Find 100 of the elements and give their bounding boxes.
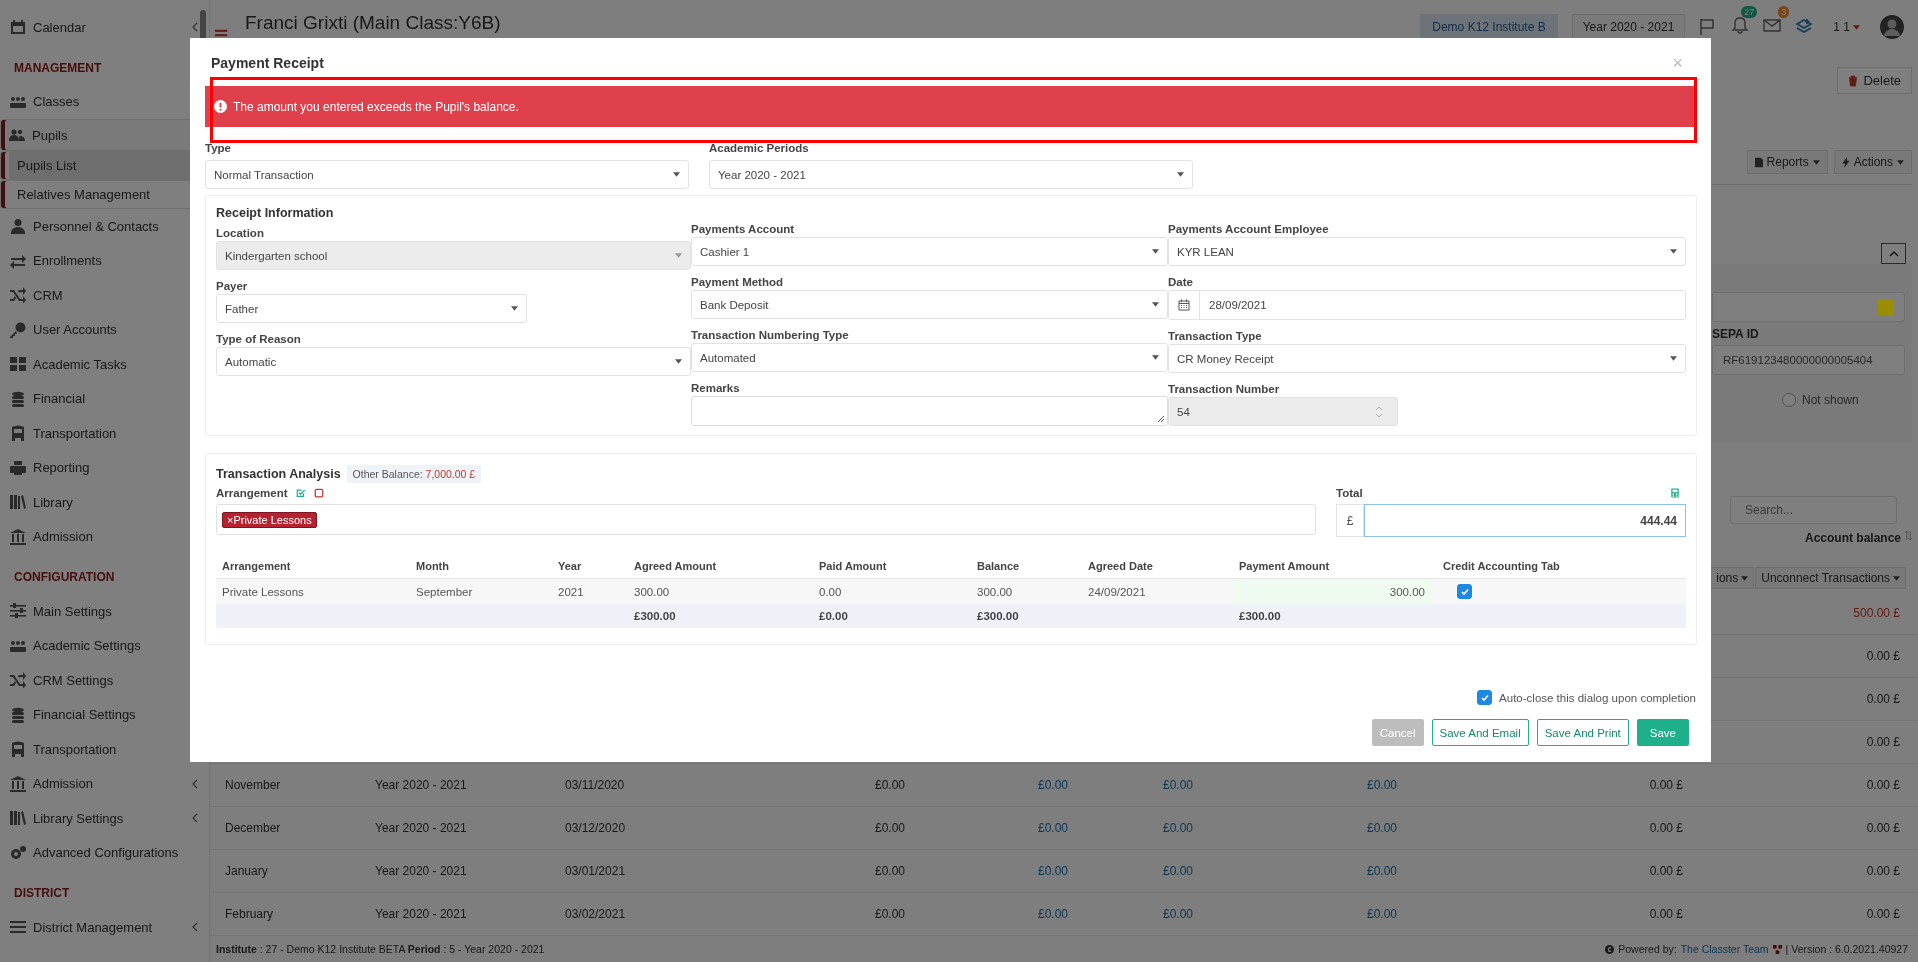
select-field[interactable]: Normal Transaction bbox=[205, 160, 689, 189]
sidebar-item[interactable]: Classes bbox=[0, 84, 200, 119]
year-dropdown[interactable]: Year 2020 - 2021 bbox=[1571, 14, 1686, 40]
coins-icon bbox=[10, 706, 26, 723]
arrangement-tag[interactable]: ×Private Lessons bbox=[222, 511, 317, 528]
table-cell-text: 0.00 £ bbox=[1865, 907, 1900, 921]
grid-icon bbox=[10, 356, 26, 373]
sidebar-item[interactable]: Library Settings bbox=[0, 801, 200, 836]
table-cell[interactable]: £0.00 bbox=[1193, 821, 1397, 835]
sidebar-item[interactable]: Reporting bbox=[0, 450, 200, 485]
sidebar-item[interactable]: Admission bbox=[0, 766, 200, 801]
checkbox[interactable] bbox=[1457, 584, 1472, 599]
radio-button[interactable] bbox=[1782, 393, 1796, 407]
resize-grip-icon[interactable] bbox=[1157, 415, 1165, 423]
section-heading: DISTRICT bbox=[13, 885, 71, 902]
table-cell[interactable]: £0.00 bbox=[1068, 864, 1193, 878]
logo-icon bbox=[1772, 944, 1782, 954]
collapse-button[interactable] bbox=[1881, 243, 1906, 264]
column-header: Balance bbox=[976, 559, 1021, 572]
sidebar-item[interactable]: District Management bbox=[0, 910, 200, 945]
select-field[interactable]: Year 2020 - 2021 bbox=[709, 160, 1193, 189]
search-field[interactable]: Search... bbox=[1730, 496, 1897, 524]
calculator-icon[interactable] bbox=[1670, 487, 1680, 498]
unconnect-transactions-button[interactable]: Unconnect Transactions bbox=[1755, 567, 1906, 589]
reports-button[interactable]: Reports bbox=[1746, 150, 1828, 174]
envelope-icon[interactable] bbox=[1763, 16, 1782, 34]
sidebar-item[interactable]: Financial Settings bbox=[0, 697, 200, 732]
select-field[interactable]: Automatic bbox=[216, 347, 691, 376]
sidebar-subitem[interactable]: Pupils List bbox=[9, 150, 191, 181]
sidebar-item[interactable]: Admission bbox=[0, 519, 200, 554]
document-icon bbox=[1754, 156, 1763, 168]
caret-icon bbox=[1152, 355, 1159, 360]
sidebar-item[interactable]: Calendar bbox=[0, 10, 200, 45]
payment-amount-field[interactable]: 300.00 bbox=[1233, 579, 1433, 604]
table-cell-text: Year 2020 - 2021 bbox=[375, 821, 468, 835]
sidebar-item[interactable]: Academic Tasks bbox=[0, 347, 200, 382]
sidebar-item[interactable]: CRM bbox=[0, 278, 200, 313]
select-field[interactable]: Bank Deposit bbox=[691, 290, 1168, 319]
sidebar-item[interactable]: Academic Settings bbox=[0, 628, 200, 663]
remarks-field[interactable] bbox=[691, 396, 1168, 426]
date-field[interactable]: 28/09/2021 bbox=[1168, 290, 1686, 320]
arrangement-field[interactable]: ×Private Lessons bbox=[216, 504, 1316, 535]
sepa-id-field[interactable]: RF619123480000000005404 bbox=[1712, 345, 1905, 375]
column-header: Paid Amount bbox=[818, 559, 888, 572]
color-field[interactable] bbox=[1712, 292, 1905, 322]
column-header[interactable]: Account balance bbox=[1804, 531, 1901, 545]
table-cell[interactable]: £0.00 bbox=[1068, 821, 1193, 835]
table-cell-text: 0.00 £ bbox=[1648, 864, 1683, 878]
table-cell[interactable]: £0.00 bbox=[905, 907, 1068, 921]
sidebar-item[interactable]: CRM Settings bbox=[0, 663, 200, 698]
dialog-button[interactable]: Save And Print bbox=[1536, 719, 1629, 746]
layers-icon[interactable] bbox=[1795, 18, 1814, 36]
select-field[interactable]: CR Money Receipt bbox=[1168, 344, 1686, 373]
select-field[interactable]: Automated bbox=[691, 343, 1168, 372]
square-icon[interactable] bbox=[313, 487, 324, 498]
avatar[interactable] bbox=[1880, 15, 1904, 39]
sidebar-item[interactable]: Library bbox=[0, 485, 200, 520]
sidebar-item[interactable]: Transportation bbox=[0, 416, 200, 451]
arrows-icon bbox=[10, 252, 26, 269]
sidebar-item[interactable]: Transportation bbox=[0, 732, 200, 767]
table-cell-text: Year 2020 - 2021 bbox=[375, 864, 468, 878]
select-field[interactable]: KYR LEAN bbox=[1168, 237, 1686, 266]
table-cell[interactable]: £0.00 bbox=[1193, 864, 1397, 878]
team-link[interactable]: The Classter Team bbox=[1680, 943, 1769, 955]
table-cell-text: 0.00 £ bbox=[1865, 735, 1900, 749]
sidebar-item[interactable]: Advanced Configurations bbox=[0, 835, 200, 870]
table-cell[interactable]: £0.00 bbox=[905, 864, 1068, 878]
sidebar-item[interactable]: Financial bbox=[0, 381, 200, 416]
actions-button[interactable]: Actions bbox=[1833, 150, 1912, 174]
table-cell[interactable]: £0.00 bbox=[1068, 907, 1193, 921]
institute-button[interactable]: Demo K12 Institute B bbox=[1420, 14, 1558, 40]
check-square-icon[interactable] bbox=[295, 487, 306, 498]
caret-icon bbox=[1670, 356, 1677, 361]
books-icon bbox=[10, 494, 26, 511]
table-cell[interactable]: £0.00 bbox=[1193, 778, 1397, 792]
table-cell[interactable]: £0.00 bbox=[905, 778, 1068, 792]
table-cell[interactable]: £0.00 bbox=[905, 821, 1068, 835]
sidebar-item[interactable]: Main Settings bbox=[0, 594, 200, 629]
sort-icon[interactable] bbox=[1905, 531, 1912, 540]
select-field[interactable]: Father bbox=[216, 294, 527, 323]
total-field[interactable]: 444.44 bbox=[1364, 504, 1686, 537]
delete-button[interactable]: Delete bbox=[1837, 67, 1912, 94]
column-header: Agreed Amount bbox=[633, 559, 718, 572]
dropdown-button[interactable]: ions bbox=[1710, 567, 1755, 589]
table-cell[interactable]: £0.00 bbox=[1193, 907, 1397, 921]
field-label: Date bbox=[1168, 275, 1194, 289]
table-cell-text: 300.00 bbox=[633, 585, 671, 598]
bell-icon[interactable] bbox=[1731, 16, 1750, 34]
books-icon bbox=[10, 810, 26, 827]
dialog-button[interactable]: Save bbox=[1636, 719, 1689, 746]
checkbox[interactable] bbox=[1477, 690, 1493, 705]
caret-icon bbox=[1177, 172, 1184, 177]
user-menu[interactable]: 1 1 bbox=[1827, 19, 1866, 35]
table-cell[interactable]: £0.00 bbox=[1068, 778, 1193, 792]
sidebar-item[interactable]: User Accounts bbox=[0, 312, 200, 347]
chevron-icon bbox=[192, 813, 198, 824]
sidebar-item[interactable]: Personnel & Contacts bbox=[0, 209, 200, 244]
sidebar-item[interactable]: Enrollments bbox=[0, 243, 200, 278]
dialog-button[interactable]: Save And Email bbox=[1431, 719, 1529, 746]
select-field[interactable]: Cashier 1 bbox=[691, 237, 1168, 266]
